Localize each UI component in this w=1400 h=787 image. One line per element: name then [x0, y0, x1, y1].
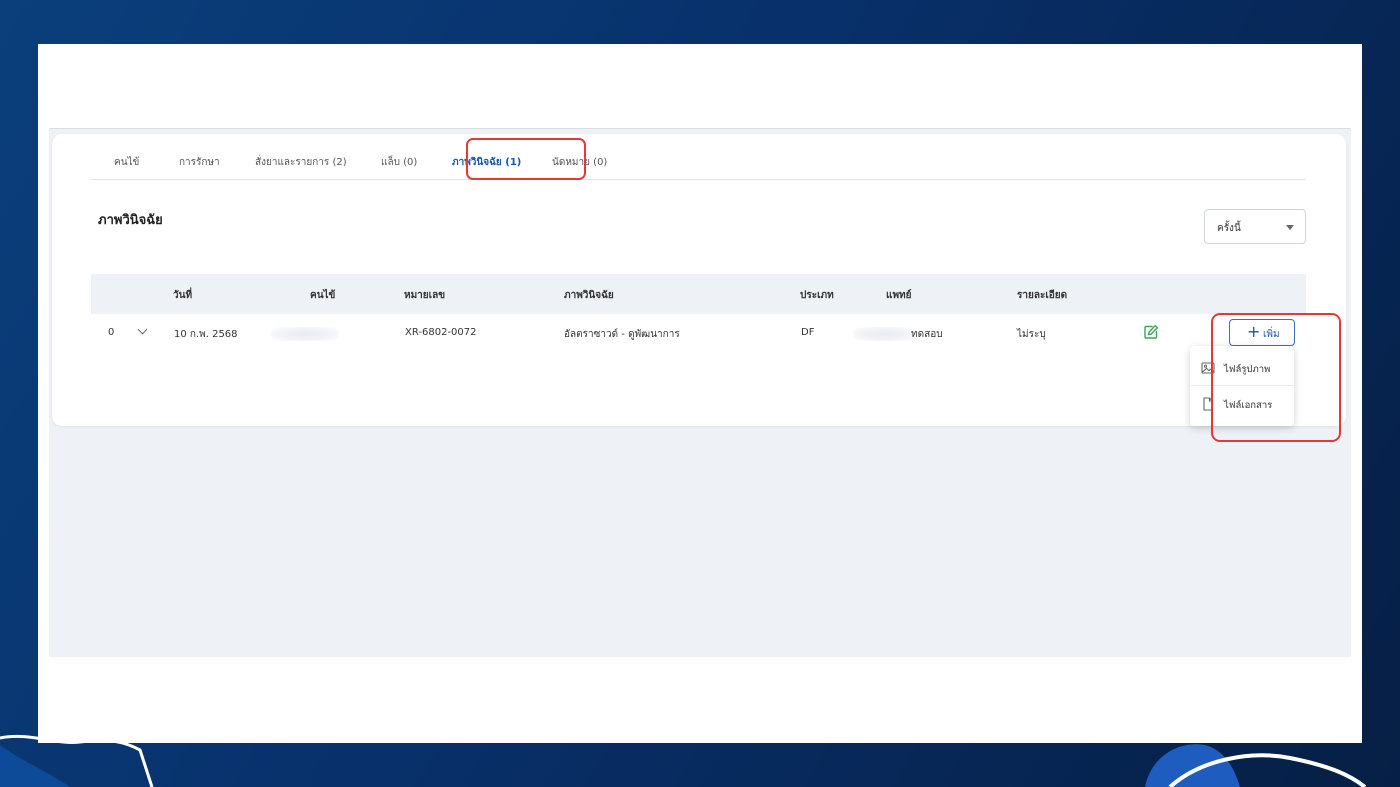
- table-header: วันที่ คนไข้ หมายเลข ภาพวินิจฉัย ประเภท …: [91, 274, 1306, 314]
- doctor-name-redacted: [853, 327, 915, 341]
- section-title: ภาพวินิจฉัย: [98, 213, 163, 228]
- tab-orders[interactable]: สั่งยาและรายการ (2): [255, 155, 347, 170]
- row-index: 0: [108, 327, 115, 338]
- header-date: วันที่: [173, 290, 193, 301]
- header-detail: รายละเอียด: [1017, 290, 1068, 301]
- chevron-down-icon[interactable]: [137, 324, 148, 335]
- imaging-card: คนไข้ การรักษา สั่งยาและรายการ (2) แล็บ …: [52, 134, 1346, 426]
- tab-highlight-box: [466, 138, 586, 180]
- add-highlight-box: [1211, 313, 1341, 442]
- header-number: หมายเลข: [404, 290, 446, 301]
- table-row: 0 10 ก.พ. 2568 XR-6802-0072 อัลตราซาวด์ …: [91, 314, 1306, 352]
- tab-treatment[interactable]: การรักษา: [179, 155, 220, 170]
- header-type: ประเภท: [800, 290, 834, 301]
- edit-icon[interactable]: [1143, 324, 1159, 340]
- row-imaging: อัลตราซาวด์ - ดูพัฒนาการ: [564, 329, 680, 340]
- header-imaging: ภาพวินิจฉัย: [564, 290, 614, 301]
- tab-lab[interactable]: แล็บ (0): [381, 155, 417, 170]
- row-doctor: ทดสอบ: [911, 329, 943, 340]
- header-doctor: แพทย์: [886, 290, 912, 301]
- header-patient: คนไข้: [310, 290, 336, 301]
- app-content: คนไข้ การรักษา สั่งยาและรายการ (2) แล็บ …: [49, 128, 1351, 657]
- row-number: XR-6802-0072: [405, 327, 477, 338]
- tab-bar: คนไข้ การรักษา สั่งยาและรายการ (2) แล็บ …: [91, 134, 1306, 180]
- visit-filter-select[interactable]: ครั้งนี้: [1204, 209, 1306, 244]
- tab-patient[interactable]: คนไข้: [114, 155, 139, 170]
- row-date: 10 ก.พ. 2568: [174, 329, 238, 340]
- row-type: DF: [801, 327, 815, 338]
- caret-down-icon: [1286, 225, 1294, 230]
- visit-filter-value: ครั้งนี้: [1217, 223, 1241, 234]
- screenshot-frame: คนไข้ การรักษา สั่งยาและรายการ (2) แล็บ …: [38, 44, 1362, 743]
- row-detail: ไม่ระบุ: [1017, 329, 1046, 340]
- patient-name-redacted: [271, 327, 339, 341]
